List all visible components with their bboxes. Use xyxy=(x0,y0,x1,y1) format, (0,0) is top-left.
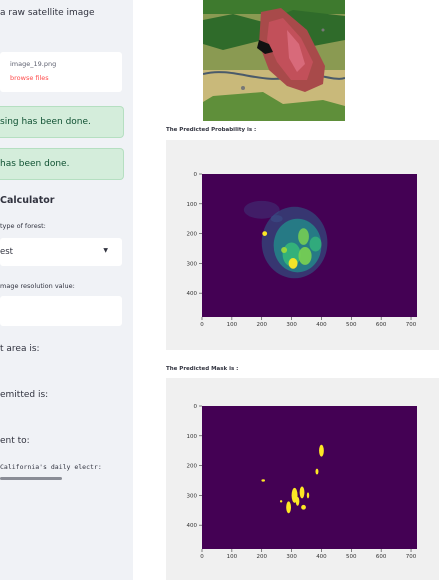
x-tick-label: 200 xyxy=(256,554,267,560)
mask-blob xyxy=(279,500,283,503)
probability-blob xyxy=(262,231,268,236)
y-tick-label: 0 xyxy=(194,404,198,410)
mask-blob xyxy=(301,504,306,510)
x-tick-label: 200 xyxy=(256,322,267,328)
forest-type-value: est xyxy=(0,247,13,257)
upload-prompt: a raw satellite image xyxy=(0,8,95,18)
x-tick-label: 600 xyxy=(376,554,387,560)
success-alert: sing has been done. xyxy=(0,106,124,138)
uploaded-file-name: image_19.png xyxy=(10,60,57,68)
probability-blob xyxy=(288,258,298,269)
mask-blob xyxy=(299,486,305,499)
file-uploader[interactable]: image_19.png browse files xyxy=(0,52,122,92)
success-alert: has been done. xyxy=(0,148,124,180)
calculator-title: Calculator xyxy=(0,195,55,206)
probability-blob xyxy=(243,200,280,219)
x-tick-label: 0 xyxy=(200,322,204,328)
y-tick-label: 300 xyxy=(187,261,198,267)
browse-files-button[interactable]: browse files xyxy=(10,74,49,82)
x-tick-label: 500 xyxy=(346,554,357,560)
x-tick-label: 400 xyxy=(316,322,327,328)
x-tick-label: 700 xyxy=(406,322,417,328)
forest-type-label: type of forest: xyxy=(0,222,46,230)
probability-blob xyxy=(298,228,309,245)
resolution-label: mage resolution value: xyxy=(0,282,75,290)
mask-blob xyxy=(261,479,266,482)
mask-blob xyxy=(295,496,300,506)
mask-blob xyxy=(315,468,319,475)
probability-blob xyxy=(309,236,322,252)
predicted-mask-label: The Predicted Mask is : xyxy=(166,366,239,372)
sidebar: a raw satellite image image_19.png brows… xyxy=(0,0,133,580)
mask-heatmap-chart: 0 100 200 300 400 500 600 700 0 100 200 300 400 xyxy=(187,404,417,560)
y-tick-label: 300 xyxy=(187,493,198,499)
y-tick-label: 400 xyxy=(187,291,198,297)
x-tick-label: 100 xyxy=(227,554,238,560)
caret-down-icon: ▼ xyxy=(103,247,108,254)
y-tick-label: 100 xyxy=(187,434,198,440)
y-tick-label: 200 xyxy=(187,464,198,470)
x-tick-label: 300 xyxy=(286,554,297,560)
equivalent-label: ent to: xyxy=(0,436,30,446)
x-tick-label: 300 xyxy=(286,322,297,328)
x-tick-label: 400 xyxy=(316,554,327,560)
mask-blob xyxy=(306,492,310,499)
mask-blob xyxy=(286,501,291,514)
heatmap-image xyxy=(202,406,417,549)
probability-blob xyxy=(281,246,288,253)
horizontal-scrollbar[interactable] xyxy=(0,477,62,480)
y-tick-label: 200 xyxy=(187,232,198,238)
x-tick-label: 700 xyxy=(406,554,417,560)
carbon-emitted-label: emitted is: xyxy=(0,390,49,400)
x-tick-label: 500 xyxy=(346,322,357,328)
forest-type-select[interactable]: est ▼ xyxy=(0,238,122,266)
y-tick-label: 100 xyxy=(187,202,198,208)
forest-area-label: t area is: xyxy=(0,344,40,354)
predicted-probability-label: The Predicted Probability is : xyxy=(166,127,257,133)
main-content: The Predicted Probability is : 0 100 200 30… xyxy=(133,0,439,580)
y-tick-label: 0 xyxy=(194,172,198,178)
equivalent-value: California's daily electr: xyxy=(0,463,102,471)
mask-blob xyxy=(319,444,324,457)
probability-heatmap-chart: 0 100 200 300 400 500 600 700 0 100 200 300 400 xyxy=(187,172,417,328)
satellite-image xyxy=(203,0,345,121)
x-tick-label: 600 xyxy=(376,322,387,328)
x-tick-label: 0 xyxy=(200,554,204,560)
probability-blob xyxy=(298,246,312,265)
x-tick-label: 100 xyxy=(227,322,238,328)
resolution-input[interactable] xyxy=(0,296,122,326)
y-tick-label: 400 xyxy=(187,523,198,529)
